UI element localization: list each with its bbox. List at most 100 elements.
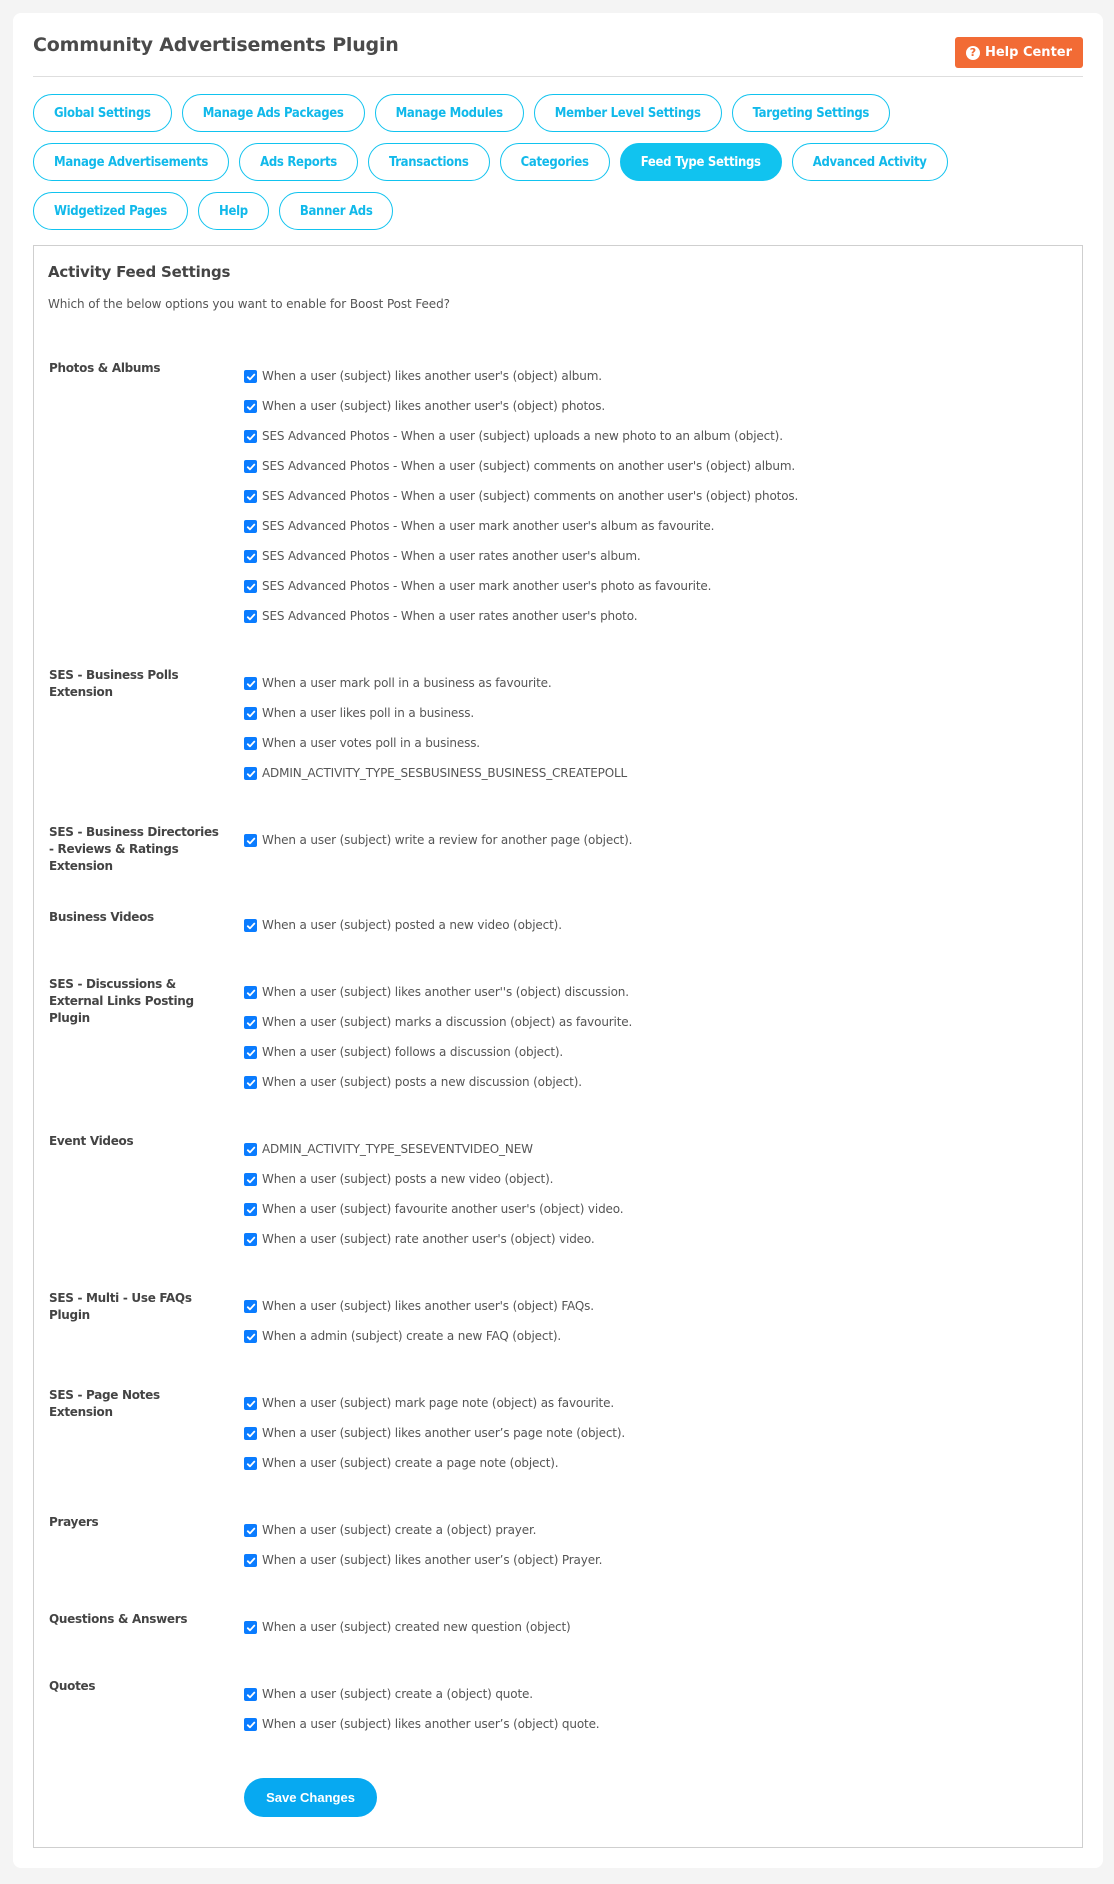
feed-option[interactable]: When a user (subject) posted a new video… [244, 918, 562, 948]
checkbox-checked-icon[interactable] [244, 1621, 257, 1634]
checkbox-checked-icon[interactable] [244, 370, 257, 383]
feed-option[interactable]: SES Advanced Photos - When a user mark a… [244, 579, 798, 609]
tab-member-level-settings[interactable]: Member Level Settings [533, 94, 722, 132]
feed-group-prayers: Prayers When a user (subject) create a (o… [49, 1514, 1069, 1611]
feed-option[interactable]: SES Advanced Photos - When a user (subje… [244, 489, 798, 519]
feed-option[interactable]: When a user (subject) likes another user… [244, 1553, 602, 1583]
checkbox-checked-icon[interactable] [244, 1076, 257, 1089]
checkbox-checked-icon[interactable] [244, 707, 257, 720]
group-label: Business Videos [49, 910, 154, 924]
checkbox-checked-icon[interactable] [244, 1300, 257, 1313]
checkbox-checked-icon[interactable] [244, 1330, 257, 1343]
feed-option-label: SES Advanced Photos - When a user mark a… [262, 579, 712, 593]
feed-option[interactable]: When a user (subject) rate another user'… [244, 1232, 623, 1262]
feed-option[interactable]: When a user votes poll in a business. [244, 736, 627, 766]
feed-group-ses-discussions-external-links-posting-plugin: SES - Discussions & External Links Posti… [49, 976, 1069, 1133]
tab-widgetized-pages[interactable]: Widgetized Pages [33, 192, 188, 230]
group-options: When a user mark poll in a business as f… [244, 667, 627, 796]
feed-option[interactable]: When a user (subject) likes another user… [244, 369, 798, 399]
feed-option[interactable]: When a user (subject) likes another user… [244, 1717, 600, 1747]
feed-option[interactable]: SES Advanced Photos - When a user rates … [244, 609, 798, 639]
checkbox-checked-icon[interactable] [244, 677, 257, 690]
checkbox-checked-icon[interactable] [244, 1688, 257, 1701]
tab-banner-ads[interactable]: Banner Ads [278, 192, 394, 230]
group-options: ADMIN_ACTIVITY_TYPE_SESEVENTVIDEO_NEW Whe… [244, 1133, 624, 1262]
feed-option[interactable]: When a user (subject) marks a discussion… [244, 1015, 632, 1045]
checkbox-checked-icon[interactable] [244, 1718, 257, 1731]
checkbox-checked-icon[interactable] [244, 430, 257, 443]
tab-help[interactable]: Help [197, 192, 269, 230]
feed-option[interactable]: When a user mark poll in a business as f… [244, 676, 627, 706]
checkbox-checked-icon[interactable] [244, 1427, 257, 1440]
checkbox-checked-icon[interactable] [244, 460, 257, 473]
checkbox-checked-icon[interactable] [244, 767, 257, 780]
feed-option[interactable]: When a user (subject) likes another user… [244, 1426, 625, 1456]
checkbox-checked-icon[interactable] [244, 1203, 257, 1216]
help-center-button[interactable]: ? Help Center [955, 37, 1083, 68]
checkbox-checked-icon[interactable] [244, 834, 257, 847]
feed-option[interactable]: When a user (subject) create a page note… [244, 1456, 625, 1486]
checkbox-checked-icon[interactable] [244, 919, 257, 932]
feed-option[interactable]: When a user (subject) create a (object) … [244, 1687, 599, 1717]
checkbox-checked-icon[interactable] [244, 550, 257, 563]
checkbox-checked-icon[interactable] [244, 1397, 257, 1410]
checkbox-checked-icon[interactable] [244, 610, 257, 623]
feed-option[interactable]: When a user (subject) posts a new video … [244, 1172, 623, 1202]
checkbox-checked-icon[interactable] [244, 1524, 257, 1537]
feed-group-quotes: Quotes When a user (subject) create a (ob… [49, 1678, 1069, 1775]
feed-option-label: When a user (subject) created new questi… [262, 1620, 571, 1634]
save-changes-button[interactable]: Save Changes [244, 1778, 377, 1817]
feed-option-label: SES Advanced Photos - When a user rates … [262, 609, 638, 623]
checkbox-checked-icon[interactable] [244, 1046, 257, 1059]
checkbox-checked-icon[interactable] [244, 490, 257, 503]
group-options: When a user (subject) create a (object) … [244, 1678, 600, 1747]
group-options: When a user (subject) likes another user… [244, 360, 798, 639]
checkbox-checked-icon[interactable] [244, 1016, 257, 1029]
checkbox-checked-icon[interactable] [244, 737, 257, 750]
feed-option[interactable]: When a user (subject) likes another user… [244, 399, 798, 429]
checkbox-checked-icon[interactable] [244, 1173, 257, 1186]
page-header: Community Advertisements Plugin ? Help C… [33, 13, 1083, 77]
tab-categories[interactable]: Categories [499, 143, 610, 181]
tab-manage-modules[interactable]: Manage Modules [374, 94, 524, 132]
checkbox-checked-icon[interactable] [244, 1554, 257, 1567]
tab-feed-type-settings[interactable]: Feed Type Settings [619, 143, 782, 181]
feed-option[interactable]: When a user (subject) mark page note (ob… [244, 1396, 625, 1426]
feed-option[interactable]: When a user likes poll in a business. [244, 706, 627, 736]
feed-option[interactable]: SES Advanced Photos - When a user mark a… [244, 519, 798, 549]
checkbox-checked-icon[interactable] [244, 520, 257, 533]
checkbox-checked-icon[interactable] [244, 580, 257, 593]
tab-transactions[interactable]: Transactions [367, 143, 490, 181]
feed-option[interactable]: When a user (subject) write a review for… [244, 833, 632, 863]
tab-global-settings[interactable]: Global Settings [33, 94, 172, 132]
checkbox-checked-icon[interactable] [244, 400, 257, 413]
feed-option[interactable]: When a admin (subject) create a new FAQ … [244, 1329, 594, 1359]
feed-option[interactable]: When a user (subject) create a (object) … [244, 1523, 602, 1553]
feed-option-label: When a user (subject) rate another user'… [262, 1232, 595, 1246]
tab-ads-reports[interactable]: Ads Reports [239, 143, 358, 181]
feed-option[interactable]: When a user (subject) created new questi… [244, 1620, 571, 1650]
tab-advanced-activity[interactable]: Advanced Activity [791, 143, 948, 181]
checkbox-checked-icon[interactable] [244, 1143, 257, 1156]
feed-option[interactable]: When a user (subject) likes another user… [244, 1299, 594, 1329]
feed-option-label: ADMIN_ACTIVITY_TYPE_SESEVENTVIDEO_NEW [262, 1142, 533, 1156]
feed-option-label: ADMIN_ACTIVITY_TYPE_SESBUSINESS_BUSINESS… [262, 766, 628, 780]
help-center-label: Help Center [984, 45, 1073, 60]
tab-manage-ads-packages[interactable]: Manage Ads Packages [181, 94, 365, 132]
feed-group-photos-albums: Photos & Albums When a user (subject) lik… [49, 360, 1069, 667]
checkbox-checked-icon[interactable] [244, 1457, 257, 1470]
tab-targeting-settings[interactable]: Targeting Settings [731, 94, 891, 132]
tab-manage-advertisements[interactable]: Manage Advertisements [33, 143, 230, 181]
group-label: Event Videos [49, 1134, 134, 1148]
feed-option[interactable]: ADMIN_ACTIVITY_TYPE_SESBUSINESS_BUSINESS… [244, 766, 627, 796]
feed-option[interactable]: SES Advanced Photos - When a user (subje… [244, 429, 798, 459]
checkbox-checked-icon[interactable] [244, 986, 257, 999]
feed-option[interactable]: ADMIN_ACTIVITY_TYPE_SESEVENTVIDEO_NEW [244, 1142, 623, 1172]
feed-option[interactable]: When a user (subject) posts a new discus… [244, 1075, 632, 1105]
feed-option[interactable]: When a user (subject) follows a discussi… [244, 1045, 632, 1075]
feed-option[interactable]: SES Advanced Photos - When a user rates … [244, 549, 798, 579]
feed-option[interactable]: When a user (subject) favourite another … [244, 1202, 624, 1232]
checkbox-checked-icon[interactable] [244, 1233, 257, 1246]
feed-option[interactable]: When a user (subject) likes another user… [244, 985, 632, 1015]
feed-option[interactable]: SES Advanced Photos - When a user (subje… [244, 459, 798, 489]
